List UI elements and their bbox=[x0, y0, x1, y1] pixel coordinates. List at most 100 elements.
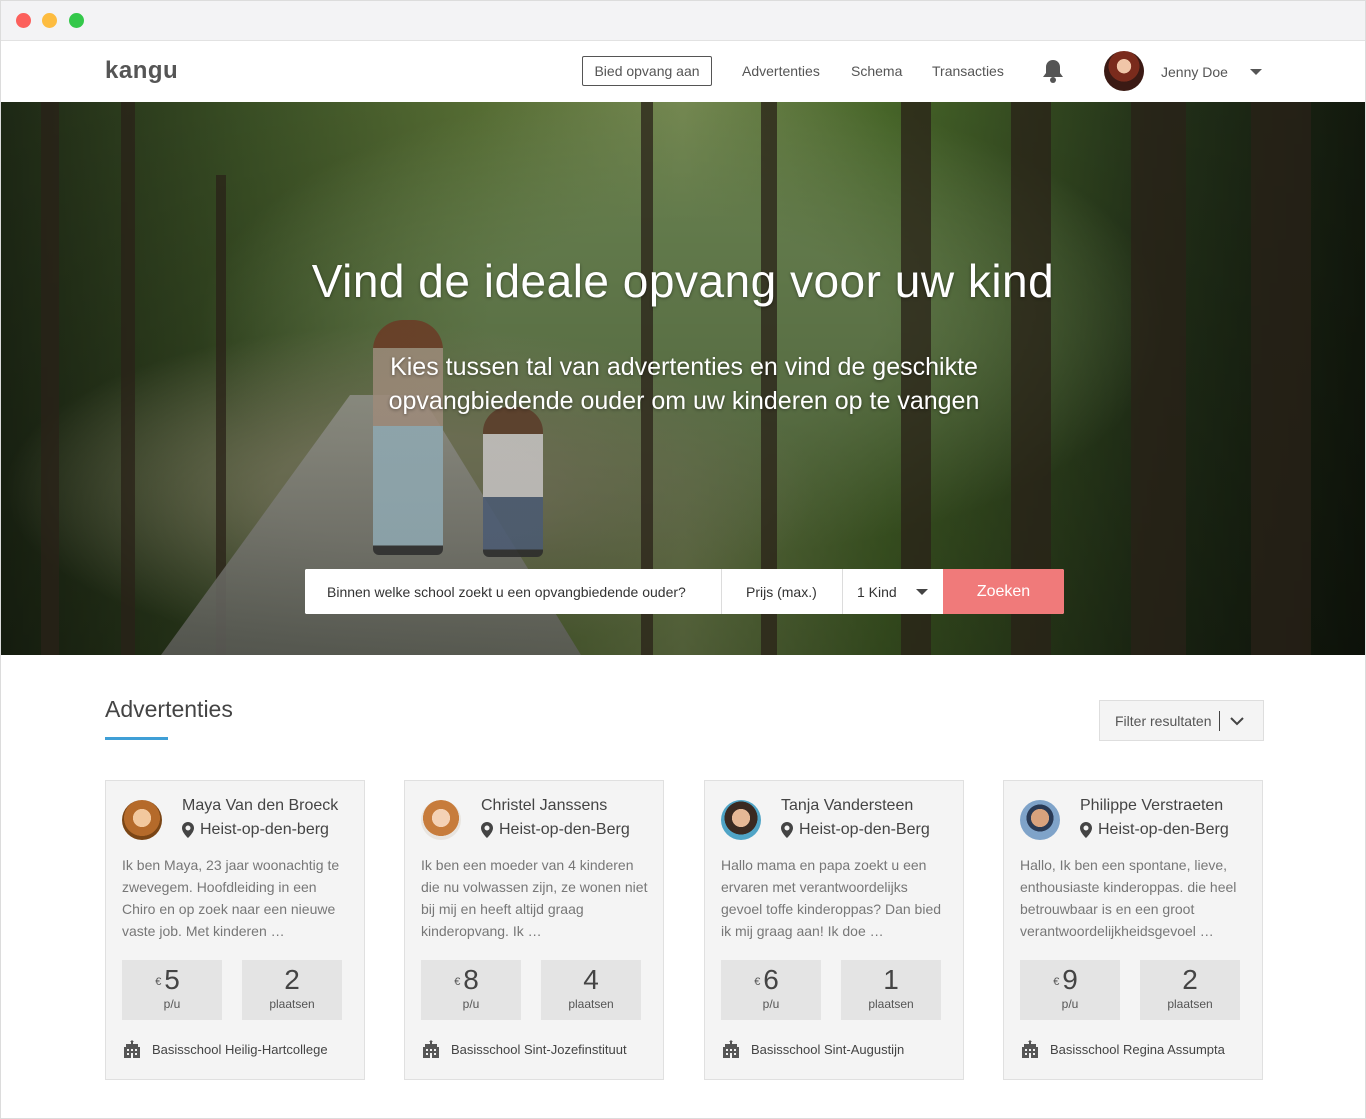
section-underline bbox=[105, 737, 168, 740]
price-stat: €8 p/u bbox=[421, 960, 521, 1020]
tree-trunk bbox=[121, 102, 135, 655]
school-info: Basisschool Sint-Augustijn bbox=[721, 1039, 904, 1059]
school-info: Basisschool Sint-Jozefinstituut bbox=[421, 1039, 627, 1059]
filter-results-button[interactable]: Filter resultaten bbox=[1099, 700, 1264, 741]
caregiver-name[interactable]: Tanja Vandersteen bbox=[781, 797, 913, 815]
caregiver-description: Ik ben een moeder van 4 kinderen die nu … bbox=[421, 857, 648, 939]
nav-link-schema[interactable]: Schema bbox=[851, 63, 902, 79]
caregiver-location: Heist-op-den-Berg bbox=[1080, 821, 1229, 839]
caregiver-name[interactable]: Philippe Verstraeten bbox=[1080, 797, 1223, 815]
school-name: Basisschool Sint-Jozefinstituut bbox=[451, 1041, 627, 1057]
hero-subtitle-line: opvangbiedende ouder om uw kinderen op t… bbox=[388, 387, 980, 415]
search-button[interactable]: Zoeken bbox=[943, 569, 1064, 614]
places-unit: plaatsen bbox=[1167, 997, 1213, 1011]
location-text: Heist-op-den-Berg bbox=[1098, 821, 1229, 838]
price-stat: €6 p/u bbox=[721, 960, 821, 1020]
location-pin-icon bbox=[481, 822, 493, 838]
chevron-down-icon[interactable] bbox=[1249, 67, 1263, 77]
hero-title: Vind de ideale opvang voor uw kind bbox=[311, 255, 1055, 307]
caregiver-location: Heist-op-den-Berg bbox=[481, 821, 630, 839]
price-stat: €9 p/u bbox=[1020, 960, 1120, 1020]
currency-symbol: € bbox=[155, 976, 162, 988]
nav-link-transacties[interactable]: Transacties bbox=[932, 63, 1004, 79]
listing-card[interactable]: Philippe Verstraeten Heist-op-den-Berg H… bbox=[1003, 780, 1263, 1080]
caregiver-name[interactable]: Christel Janssens bbox=[481, 797, 607, 815]
currency-symbol: € bbox=[1053, 976, 1060, 988]
price-unit: p/u bbox=[1061, 997, 1079, 1011]
places-stat: 2 plaatsen bbox=[242, 960, 342, 1020]
avatar bbox=[421, 800, 461, 840]
filter-label: Filter resultaten bbox=[1115, 712, 1212, 729]
school-info: Basisschool Heilig-Hartcollege bbox=[122, 1039, 328, 1059]
school-name: Basisschool Heilig-Hartcollege bbox=[152, 1041, 328, 1057]
price-stat: €5 p/u bbox=[122, 960, 222, 1020]
places-number: 4 bbox=[583, 964, 599, 995]
caregiver-location: Heist-op-den-berg bbox=[182, 821, 329, 839]
location-text: Heist-op-den-Berg bbox=[499, 821, 630, 838]
title-bar bbox=[1, 1, 1365, 41]
places-unit: plaatsen bbox=[269, 997, 315, 1011]
places-number: 1 bbox=[883, 964, 899, 995]
price-unit: p/u bbox=[163, 997, 181, 1011]
child-figure bbox=[483, 407, 543, 557]
bell-icon[interactable] bbox=[1041, 58, 1065, 84]
caregiver-description: Ik ben Maya, 23 jaar woonachtig te zweve… bbox=[122, 857, 340, 939]
hero-subtitle-line: Kies tussen tal van advertenties en vind… bbox=[390, 353, 978, 381]
close-window-button[interactable] bbox=[16, 13, 31, 28]
price-value: €9 bbox=[1053, 964, 1078, 995]
location-text: Heist-op-den-berg bbox=[200, 821, 329, 838]
avatar bbox=[1020, 800, 1060, 840]
school-info: Basisschool Regina Assumpta bbox=[1020, 1039, 1225, 1059]
school-name: Basisschool Regina Assumpta bbox=[1050, 1041, 1225, 1057]
offer-care-button[interactable]: Bied opvang aan bbox=[582, 56, 712, 86]
search-bar: 1 Kind Zoeken bbox=[305, 569, 1064, 614]
listing-card[interactable]: Tanja Vandersteen Heist-op-den-Berg Hall… bbox=[704, 780, 964, 1080]
listing-card[interactable]: Maya Van den Broeck Heist-op-den-berg Ik… bbox=[105, 780, 365, 1080]
nav-link-advertenties[interactable]: Advertenties bbox=[742, 63, 820, 79]
chevron-down-icon bbox=[1230, 716, 1245, 725]
chevron-down-icon bbox=[916, 588, 928, 595]
kids-select-value: 1 Kind bbox=[857, 583, 897, 600]
school-icon bbox=[124, 1040, 140, 1058]
caregiver-description: Hallo, Ik ben een spontane, lieve, entho… bbox=[1020, 857, 1237, 939]
tree-trunk bbox=[41, 102, 59, 655]
school-icon bbox=[723, 1040, 739, 1058]
currency-symbol: € bbox=[754, 976, 761, 988]
places-number: 2 bbox=[1182, 964, 1198, 995]
price-value: €5 bbox=[155, 964, 180, 995]
minimize-window-button[interactable] bbox=[42, 13, 57, 28]
logo[interactable]: kangu bbox=[105, 57, 178, 85]
tree-trunk bbox=[1251, 102, 1311, 655]
top-navigation: kangu Bied opvang aan Advertenties Schem… bbox=[1, 41, 1365, 102]
browser-window: kangu Bied opvang aan Advertenties Schem… bbox=[0, 0, 1366, 1119]
price-number: 6 bbox=[763, 964, 779, 995]
hero-banner: Vind de ideale opvang voor uw kind Kies … bbox=[1, 102, 1365, 655]
maximize-window-button[interactable] bbox=[69, 13, 84, 28]
user-avatar[interactable] bbox=[1104, 51, 1144, 91]
currency-symbol: € bbox=[454, 976, 461, 988]
listing-card[interactable]: Christel Janssens Heist-op-den-Berg Ik b… bbox=[404, 780, 664, 1080]
price-number: 8 bbox=[463, 964, 479, 995]
price-number: 9 bbox=[1062, 964, 1078, 995]
school-search-input[interactable] bbox=[305, 569, 722, 614]
avatar bbox=[721, 800, 761, 840]
caregiver-name[interactable]: Maya Van den Broeck bbox=[182, 797, 338, 815]
places-stat: 2 plaatsen bbox=[1140, 960, 1240, 1020]
section-title: Advertenties bbox=[105, 696, 233, 722]
location-pin-icon bbox=[182, 822, 194, 838]
places-stat: 4 plaatsen bbox=[541, 960, 641, 1020]
caregiver-location: Heist-op-den-Berg bbox=[781, 821, 930, 839]
user-name[interactable]: Jenny Doe bbox=[1161, 64, 1228, 80]
location-pin-icon bbox=[1080, 822, 1092, 838]
kids-select[interactable]: 1 Kind bbox=[843, 569, 943, 614]
price-unit: p/u bbox=[762, 997, 780, 1011]
price-value: €6 bbox=[754, 964, 779, 995]
hero-subtitle: Kies tussen tal van advertenties en vind… bbox=[301, 350, 1067, 418]
places-stat: 1 plaatsen bbox=[841, 960, 941, 1020]
location-text: Heist-op-den-Berg bbox=[799, 821, 930, 838]
places-unit: plaatsen bbox=[868, 997, 914, 1011]
school-name: Basisschool Sint-Augustijn bbox=[751, 1041, 905, 1057]
price-number: 5 bbox=[164, 964, 180, 995]
max-price-input[interactable] bbox=[722, 569, 843, 614]
school-icon bbox=[1022, 1040, 1038, 1058]
